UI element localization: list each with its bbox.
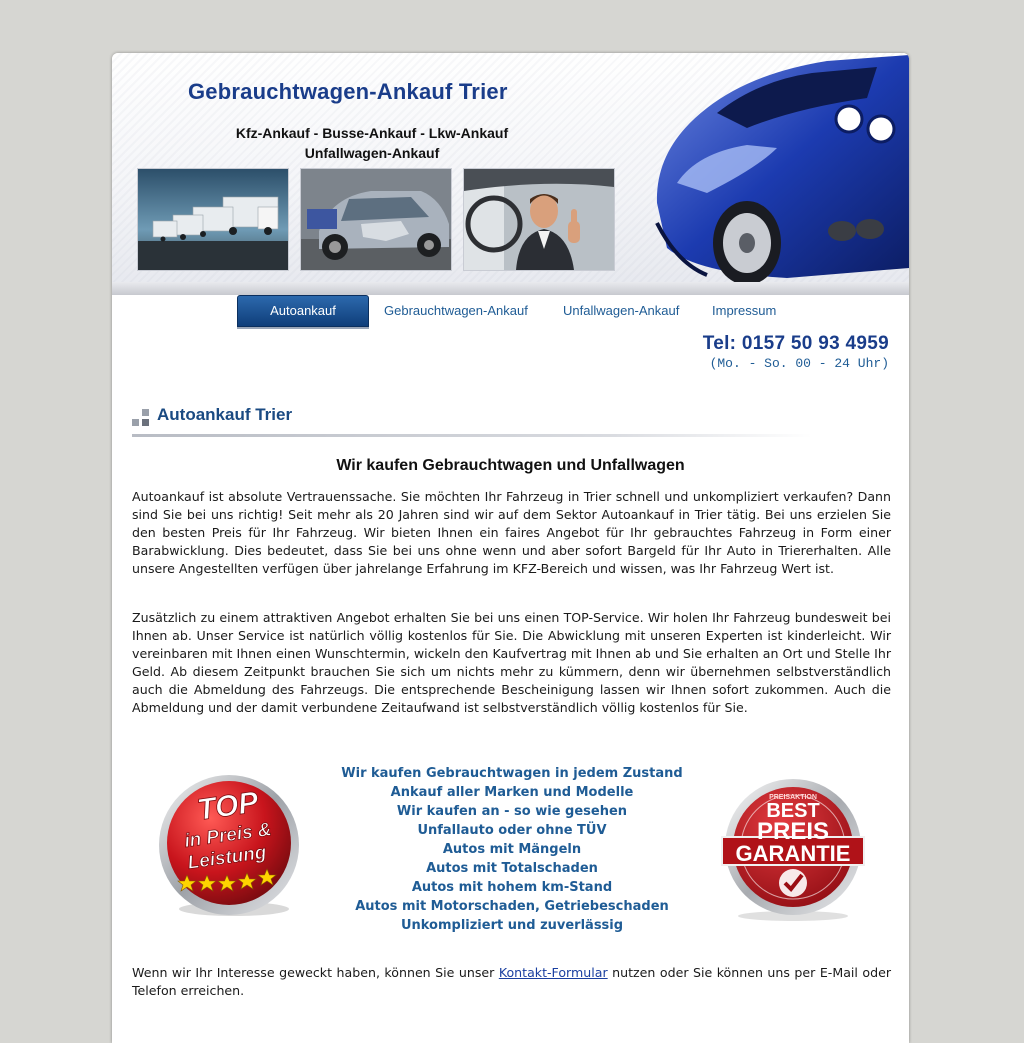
tagline-line-1: Kfz-Ankauf - Busse-Ankauf - Lkw-Ankauf <box>235 125 509 141</box>
footer-text-before: Wenn wir Ihr Interesse geweckt haben, kö… <box>132 965 499 980</box>
feature-item: Wir kaufen an - so wie gesehen <box>396 804 628 819</box>
contact-block: Tel: 0157 50 93 4959 (Mo. - So. 00 - 24 … <box>703 333 889 371</box>
feature-item: Autos mit hohem km-Stand <box>411 880 613 895</box>
happy-driver-photo <box>463 168 615 271</box>
tagline: Kfz-Ankauf - Busse-Ankauf - Lkw-Ankauf U… <box>172 123 572 163</box>
content-heading: Wir kaufen Gebrauchtwagen und Unfallwage… <box>336 457 685 474</box>
site-title: Gebrauchtwagen-Ankauf Trier <box>188 79 508 104</box>
features-list: Wir kaufen Gebrauchtwagen in jedem Zusta… <box>322 764 702 935</box>
header-divider-bar <box>112 282 909 295</box>
feature-item: Ankauf aller Marken und Modelle <box>390 785 634 800</box>
page-container: Gebrauchtwagen-Ankauf Trier Kfz-Ankauf -… <box>112 53 909 1043</box>
damaged-car-photo <box>300 168 452 271</box>
nav-item-gebrauchtwagen-ankauf[interactable]: Gebrauchtwagen-Ankauf <box>384 303 528 318</box>
nav-item-autoankauf[interactable]: Autoankauf <box>237 295 369 327</box>
feature-item: Unfallauto oder ohne TÜV <box>417 823 607 838</box>
contact-form-link[interactable]: Kontakt-Formular <box>499 965 608 980</box>
feature-item: Autos mit Motorschaden, Getriebeschaden <box>355 899 669 914</box>
blue-sports-car-image <box>655 55 909 285</box>
section-underline <box>132 434 812 437</box>
tagline-line-2: Unfallwagen-Ankauf <box>304 145 440 161</box>
main-navigation: Autoankauf Gebrauchtwagen-Ankauf Unfallw… <box>112 295 909 327</box>
service-paragraph: Zusätzlich zu einem attraktiven Angebot … <box>132 610 891 715</box>
top-preis-leistung-badge: TOP in Preis & Leistung <box>159 775 299 916</box>
section-title: Autoankauf Trier <box>157 405 293 424</box>
feature-item: Autos mit Mängeln <box>442 842 582 857</box>
contact-invitation: Wenn wir Ihr Interesse geweckt haben, kö… <box>132 964 891 1000</box>
nav-item-impressum[interactable]: Impressum <box>712 303 776 318</box>
feature-item: Unkompliziert und zuverlässig <box>400 918 624 933</box>
nav-item-unfallwagen-ankauf[interactable]: Unfallwagen-Ankauf <box>563 303 679 318</box>
feature-item: Autos mit Totalschaden <box>426 861 598 876</box>
trucks-photo <box>137 168 289 271</box>
best-preis-garantie-badge: PREISAKTION BEST PREIS GARANTIE <box>721 779 865 921</box>
best-badge-text-3: GARANTIE <box>736 841 851 866</box>
site-header: Gebrauchtwagen-Ankauf Trier Kfz-Ankauf -… <box>112 53 909 295</box>
phone-number[interactable]: Tel: 0157 50 93 4959 <box>703 333 889 355</box>
feature-item: Wir kaufen Gebrauchtwagen in jedem Zusta… <box>341 766 683 781</box>
intro-paragraph: Autoankauf ist absolute Vertrauenssache.… <box>132 489 891 576</box>
opening-hours: (Mo. - So. 00 - 24 Uhr) <box>709 356 889 371</box>
grid-bullet-icon <box>132 409 150 427</box>
